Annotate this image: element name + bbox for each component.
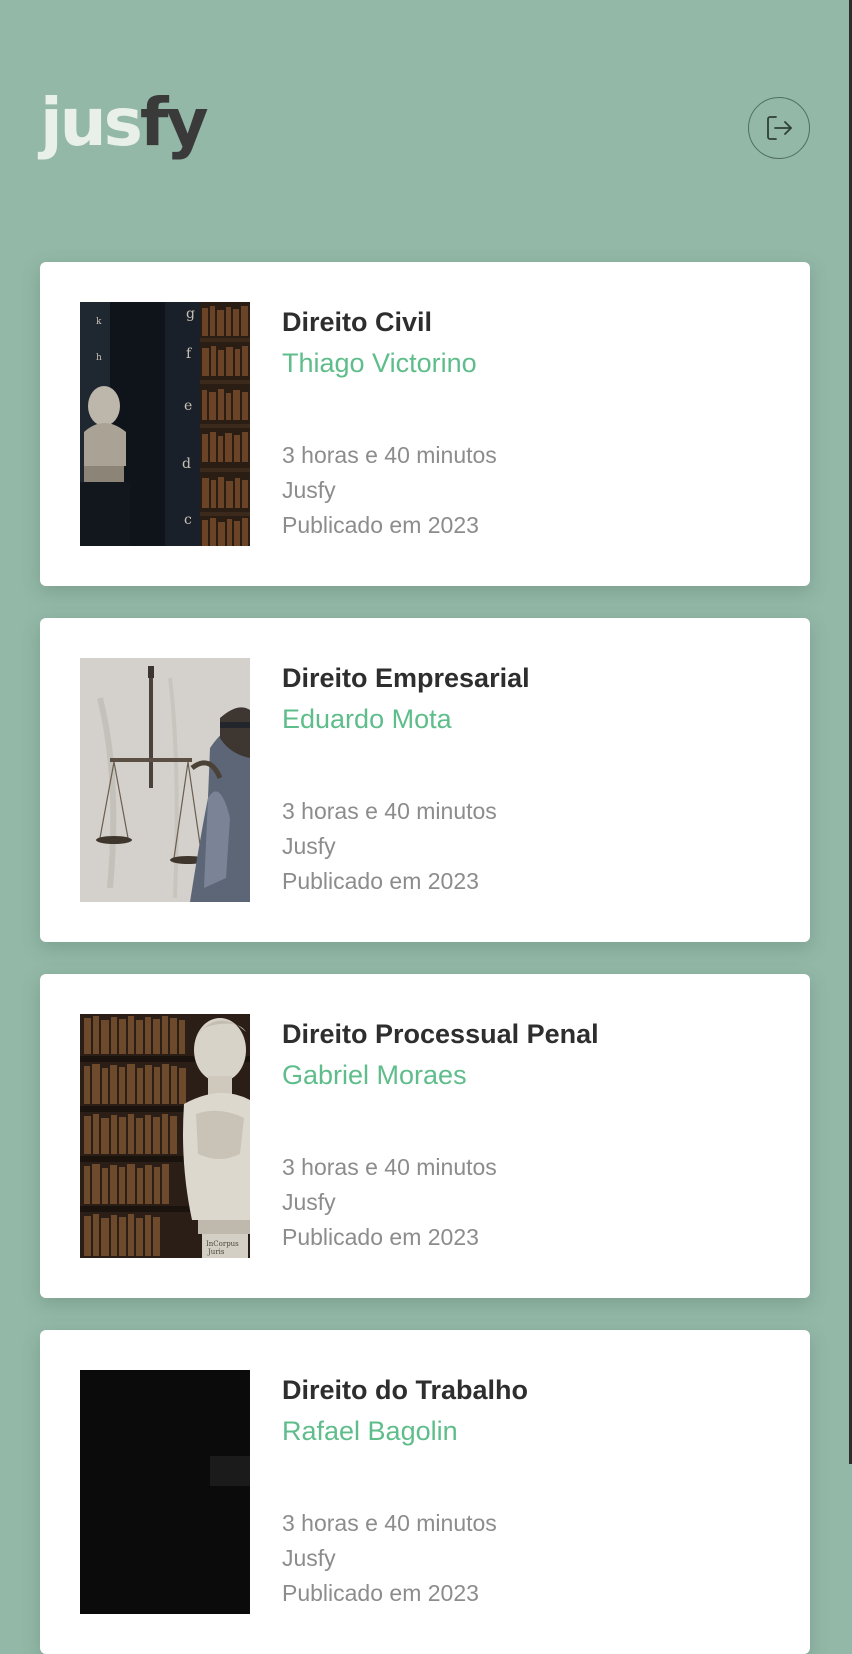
course-author: Thiago Victorino	[282, 348, 477, 378]
course-publisher: Jusfy	[282, 1189, 336, 1215]
course-card[interactable]: Direito Empresarial Eduardo Mota 3 horas…	[40, 618, 810, 942]
course-title: Direito Processual Penal	[282, 1019, 599, 1049]
logo-part-fy: fy	[139, 84, 209, 161]
course-published-date: Publicado em 2023	[282, 868, 479, 894]
course-author: Rafael Bagolin	[282, 1416, 458, 1446]
svg-text:Juris: Juris	[207, 1248, 225, 1256]
course-author: Eduardo Mota	[282, 704, 452, 734]
course-publisher: Jusfy	[282, 833, 336, 859]
svg-text:k: k	[96, 317, 102, 327]
logout-button[interactable]	[748, 97, 810, 159]
jusfy-logo[interactable]: jusfy	[40, 90, 209, 156]
svg-text:h: h	[96, 353, 102, 363]
svg-text:g: g	[186, 306, 195, 322]
svg-text:d: d	[182, 456, 191, 472]
svg-text:InCorpus: InCorpus	[206, 1240, 239, 1248]
course-duration: 3 horas e 40 minutos	[282, 442, 497, 468]
library-bust-image: gfedc khg	[80, 302, 250, 546]
course-title: Direito Empresarial	[282, 663, 530, 693]
course-title: Direito do Trabalho	[282, 1375, 529, 1405]
course-duration: 3 horas e 40 minutos	[282, 1154, 497, 1180]
svg-text:c: c	[184, 512, 192, 528]
course-publisher: Jusfy	[282, 1545, 336, 1571]
svg-text:e: e	[184, 398, 192, 414]
course-card[interactable]: InCorpus Juris Direito Processual Penal G…	[40, 974, 810, 1298]
course-card[interactable]: gfedc khg Direito Civil Thiago Victorino…	[40, 262, 810, 586]
dark-image	[80, 1370, 250, 1614]
course-duration: 3 horas e 40 minutos	[282, 1510, 497, 1536]
course-title: Direito Civil	[282, 307, 433, 337]
logo-part-jus: jus	[40, 84, 143, 161]
course-publisher: Jusfy	[282, 477, 336, 503]
course-duration: 3 horas e 40 minutos	[282, 798, 497, 824]
course-author: Gabriel Moraes	[282, 1060, 467, 1090]
statue-bookshelf-image: InCorpus Juris	[80, 1014, 250, 1258]
course-published-date: Publicado em 2023	[282, 1580, 479, 1606]
course-card[interactable]: Direito do Trabalho Rafael Bagolin 3 hor…	[40, 1330, 810, 1654]
app-header: jusfy	[40, 90, 810, 170]
course-published-date: Publicado em 2023	[282, 512, 479, 538]
logout-icon	[767, 116, 792, 140]
course-published-date: Publicado em 2023	[282, 1224, 479, 1250]
lady-justice-image	[80, 658, 250, 902]
